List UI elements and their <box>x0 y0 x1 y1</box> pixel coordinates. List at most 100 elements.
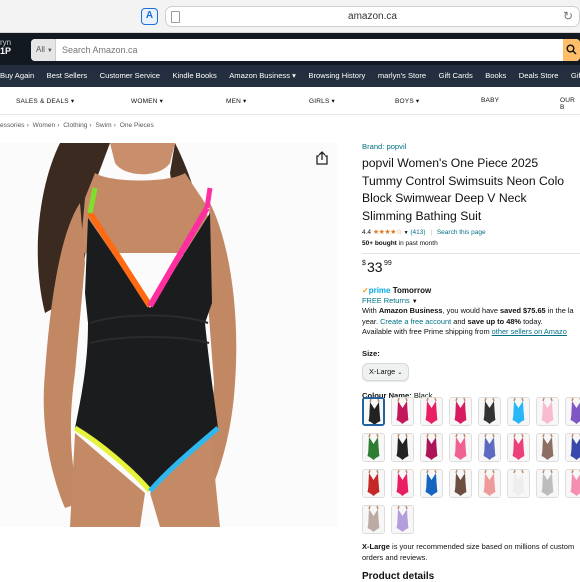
share-icon[interactable] <box>314 150 330 166</box>
product-main-image[interactable] <box>0 143 338 527</box>
nav-link-gift-cards[interactable]: Gift Cards <box>435 65 477 87</box>
colour-swatch[interactable] <box>449 469 472 498</box>
swimsuit-thumbnail <box>392 398 413 425</box>
chevron-down-icon[interactable]: ▼ <box>404 230 409 236</box>
search-category-dropdown[interactable]: All ▼ <box>31 39 56 61</box>
breadcrumb-item[interactable]: essories <box>0 122 25 129</box>
search-category-label: All <box>36 45 45 54</box>
colour-swatch[interactable] <box>507 469 530 498</box>
category-women[interactable]: WOMEN ▾ <box>131 97 163 105</box>
nav-link-browsing-history[interactable]: Browsing History <box>304 65 369 87</box>
nav-link-deals-store[interactable]: Deals Store <box>515 65 563 87</box>
nav-link-books[interactable]: Books <box>481 65 510 87</box>
swimsuit-thumbnail <box>363 434 384 461</box>
breadcrumb-item[interactable]: Women <box>33 122 56 129</box>
nav-link-customer-service[interactable]: Customer Service <box>96 65 164 87</box>
free-returns-link[interactable]: FREE Returns ▼ <box>362 296 580 305</box>
size-recommendation: X-Large is your recommended size based o… <box>362 542 575 562</box>
search-button[interactable] <box>563 39 580 61</box>
colour-swatch[interactable] <box>478 433 501 462</box>
category-sales-deals[interactable]: SALES & DEALS ▾ <box>16 97 74 105</box>
swimsuit-thumbnail <box>537 434 558 461</box>
browser-toolbar: A amazon.ca ↻ <box>0 0 580 33</box>
price: $ 33 99 <box>362 259 580 277</box>
star-rating-icon[interactable]: ★★★★☆ <box>373 229 402 236</box>
swimsuit-thumbnail <box>566 470 580 497</box>
colour-swatch[interactable] <box>536 433 559 462</box>
breadcrumb-item[interactable]: Clothing <box>63 122 87 129</box>
product-details-heading: Product details <box>362 571 435 582</box>
category-baby[interactable]: BABY <box>481 97 499 104</box>
url-text: amazon.ca <box>348 11 397 22</box>
colour-swatch[interactable] <box>362 469 385 498</box>
title-line: Tummy Control Swimsuits Neon Colo <box>362 173 565 188</box>
swimsuit-thumbnail <box>421 434 442 461</box>
colour-swatch[interactable] <box>565 469 580 498</box>
swimsuit-thumbnail <box>479 434 500 461</box>
address-bar[interactable]: amazon.ca ↻ <box>165 6 580 27</box>
colour-swatch[interactable] <box>478 469 501 498</box>
nav-link-kindle-books[interactable]: Kindle Books <box>168 65 220 87</box>
colour-swatch[interactable] <box>362 433 385 462</box>
category-girls[interactable]: GIRLS ▾ <box>309 97 335 105</box>
account-menu[interactable]: ryn 1P <box>0 38 11 56</box>
nav-link-amazon-business[interactable]: Amazon Business ▾ <box>225 65 300 87</box>
swimsuit-thumbnail <box>450 398 471 425</box>
colour-swatch[interactable] <box>565 433 580 462</box>
search-page-link[interactable]: Search this page <box>437 229 486 236</box>
category-our-brands[interactable]: OUR B <box>560 97 580 111</box>
colour-swatch[interactable] <box>536 469 559 498</box>
size-dropdown[interactable]: X-Large ⌄ <box>362 362 410 381</box>
colour-swatch[interactable] <box>362 397 385 426</box>
breadcrumb: essories › Women › Clothing › Swim › One Pie… <box>0 122 154 129</box>
title-line: Slimming Bathing Suit <box>362 208 482 223</box>
colour-swatch[interactable] <box>449 433 472 462</box>
colour-swatch[interactable] <box>391 433 414 462</box>
colour-swatch[interactable] <box>391 397 414 426</box>
swimsuit-thumbnail <box>508 470 529 497</box>
category-bar: SALES & DEALS ▾ WOMEN ▾ MEN ▾ GIRLS ▾ BO… <box>0 87 580 115</box>
rating-value: 4.4 <box>362 229 372 236</box>
search-input[interactable] <box>57 39 557 61</box>
other-sellers-link[interactable]: other sellers on Amazo <box>492 327 567 336</box>
ratings-count-link[interactable]: (413) <box>410 229 425 236</box>
rating-row: 4.4 ★★★★☆ ▼ (413) | Search this page <box>362 229 486 236</box>
swimsuit-thumbnail <box>566 434 580 461</box>
secondary-nav: Buy Again Best Sellers Customer Service … <box>0 65 580 87</box>
bought-period: in past month <box>396 240 438 247</box>
nav-link-best-sellers[interactable]: Best Sellers <box>43 65 92 87</box>
colour-swatch[interactable] <box>507 433 530 462</box>
brand-link[interactable]: Brand: popvil <box>362 142 580 151</box>
colour-swatch[interactable] <box>536 397 559 426</box>
product-details: Brand: popvil popvil Women's One Piece 2… <box>362 140 580 400</box>
nav-link-store[interactable]: marlyn's Store <box>374 65 430 87</box>
price-whole: 33 <box>367 259 383 275</box>
colour-swatch[interactable] <box>420 469 443 498</box>
nav-link-gift-ideas[interactable]: Gift Ide <box>567 65 580 87</box>
nav-link-buy-again[interactable]: Buy Again <box>0 65 38 87</box>
colour-swatch[interactable] <box>420 433 443 462</box>
breadcrumb-item[interactable]: Swim <box>96 122 112 129</box>
breadcrumb-item[interactable]: One Pieces <box>120 122 154 129</box>
colour-swatch[interactable] <box>391 505 414 534</box>
reload-icon[interactable]: ↻ <box>563 9 573 23</box>
colour-swatch[interactable] <box>507 397 530 426</box>
prime-badge: ✓prime Tomorrow <box>362 286 580 295</box>
colour-swatch[interactable] <box>449 397 472 426</box>
colour-swatch[interactable] <box>420 397 443 426</box>
colour-swatch[interactable] <box>391 469 414 498</box>
title-line: popvil Women's One Piece 2025 <box>362 156 539 170</box>
create-account-link[interactable]: Create a free account <box>380 317 451 326</box>
colour-swatch[interactable] <box>362 505 385 534</box>
swimsuit-thumbnail <box>450 470 471 497</box>
swimsuit-thumbnail <box>537 398 558 425</box>
colour-swatch[interactable] <box>478 397 501 426</box>
free-returns-label: FREE Returns <box>362 296 410 305</box>
colour-swatch[interactable] <box>565 397 580 426</box>
swimsuit-thumbnail <box>421 470 442 497</box>
chevron-down-icon: ⌄ <box>397 369 403 376</box>
extension-icon[interactable]: A <box>141 8 158 25</box>
category-boys[interactable]: BOYS ▾ <box>395 97 419 105</box>
category-men[interactable]: MEN ▾ <box>226 97 247 105</box>
search-bar: All ▼ <box>31 39 580 61</box>
